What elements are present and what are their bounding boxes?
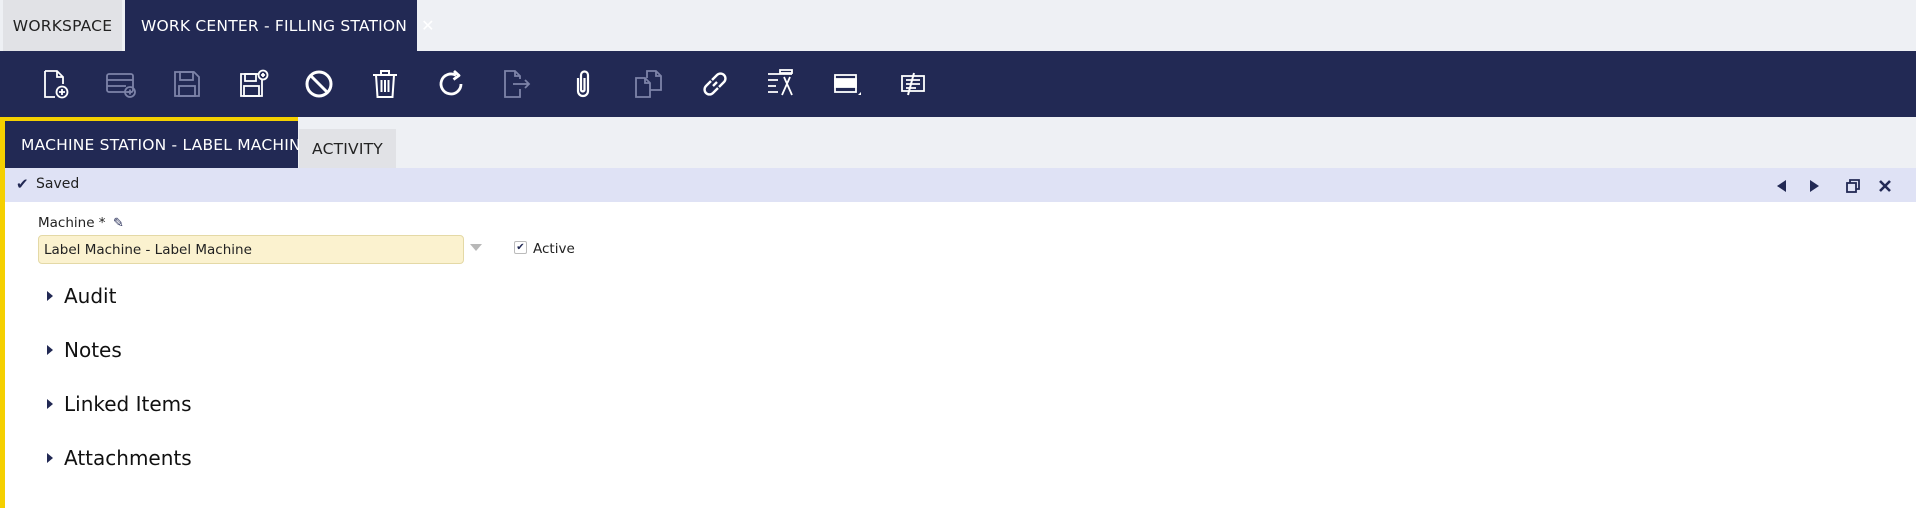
save-icon	[174, 71, 200, 97]
export-button[interactable]	[498, 65, 536, 103]
save-close-button[interactable]	[234, 65, 272, 103]
attachment-button[interactable]	[564, 65, 602, 103]
record-tab-bar: MACHINE STATION - LABEL MACHIN... ACTIVI…	[0, 117, 1916, 168]
status-text: Saved	[36, 176, 80, 192]
tab-machine-station-label: MACHINE STATION - LABEL MACHIN...	[21, 135, 317, 154]
copy-icon	[635, 70, 662, 98]
previous-record-button[interactable]	[1772, 176, 1792, 196]
section-audit[interactable]: Audit	[47, 283, 116, 309]
notes-button[interactable]	[894, 65, 932, 103]
triangle-left-icon	[1777, 180, 1786, 192]
link-icon	[703, 72, 727, 96]
delete-button[interactable]	[366, 65, 404, 103]
active-checkbox[interactable]: ✔	[514, 241, 527, 254]
form-view-icon	[834, 74, 861, 95]
active-checkbox-label: Active	[533, 241, 575, 257]
machine-field-label: Machine *	[38, 215, 106, 231]
caret-right-icon	[47, 345, 53, 355]
new-row-icon	[106, 73, 136, 98]
clone-button[interactable]	[630, 65, 668, 103]
new-document-button[interactable]	[36, 65, 74, 103]
tools-button[interactable]	[762, 65, 800, 103]
close-icon	[1879, 180, 1891, 192]
window-tab-bar: WORKSPACE WORK CENTER - FILLING STATION …	[0, 0, 1916, 51]
refresh-button[interactable]	[432, 65, 470, 103]
section-attachments-label: Attachments	[64, 446, 192, 470]
checkmark-icon: ✔	[16, 175, 29, 193]
section-audit-label: Audit	[64, 284, 117, 308]
chevron-down-icon[interactable]	[470, 244, 482, 251]
caret-right-icon	[47, 399, 53, 409]
toggle-view-button[interactable]	[828, 65, 866, 103]
notes-icon	[901, 72, 925, 96]
tab-workspace-label: WORKSPACE	[12, 16, 113, 35]
refresh-icon	[439, 69, 463, 96]
section-notes[interactable]: Notes	[47, 337, 122, 363]
status-bar: ✔ Saved	[5, 168, 1916, 202]
tab-activity[interactable]: ACTIVITY	[299, 129, 396, 168]
section-linked-items[interactable]: Linked Items	[47, 391, 192, 417]
section-attachments[interactable]: Attachments	[47, 445, 192, 471]
export-icon	[504, 70, 531, 98]
tab-workspace[interactable]: WORKSPACE	[3, 0, 122, 51]
tools-icon	[768, 69, 793, 96]
restore-window-icon	[1846, 179, 1860, 193]
section-notes-label: Notes	[64, 338, 122, 362]
new-row-button[interactable]	[102, 65, 140, 103]
tab-work-center-label: WORK CENTER - FILLING STATION	[141, 16, 408, 35]
close-icon[interactable]: ✕	[421, 16, 435, 35]
close-record-button[interactable]	[1875, 176, 1895, 196]
caret-right-icon	[47, 291, 53, 301]
edit-pencil-icon: ✎	[113, 216, 124, 231]
caret-right-icon	[47, 453, 53, 463]
tab-work-center[interactable]: WORK CENTER - FILLING STATION ✕	[125, 0, 434, 51]
save-new-icon	[240, 69, 269, 97]
trash-icon	[373, 70, 397, 98]
maximize-button[interactable]	[1843, 176, 1863, 196]
machine-field[interactable]	[38, 235, 464, 264]
link-button[interactable]	[696, 65, 734, 103]
next-record-button[interactable]	[1804, 176, 1824, 196]
paperclip-icon	[576, 70, 590, 98]
section-linked-items-label: Linked Items	[64, 392, 192, 416]
new-document-icon	[44, 70, 69, 99]
toolbar	[0, 51, 1916, 117]
cancel-icon	[305, 70, 333, 98]
triangle-right-icon	[1810, 180, 1819, 192]
save-button[interactable]	[168, 65, 206, 103]
tab-machine-station[interactable]: MACHINE STATION - LABEL MACHIN...	[3, 117, 316, 168]
undo-button[interactable]	[300, 65, 338, 103]
tab-activity-label: ACTIVITY	[312, 139, 383, 158]
